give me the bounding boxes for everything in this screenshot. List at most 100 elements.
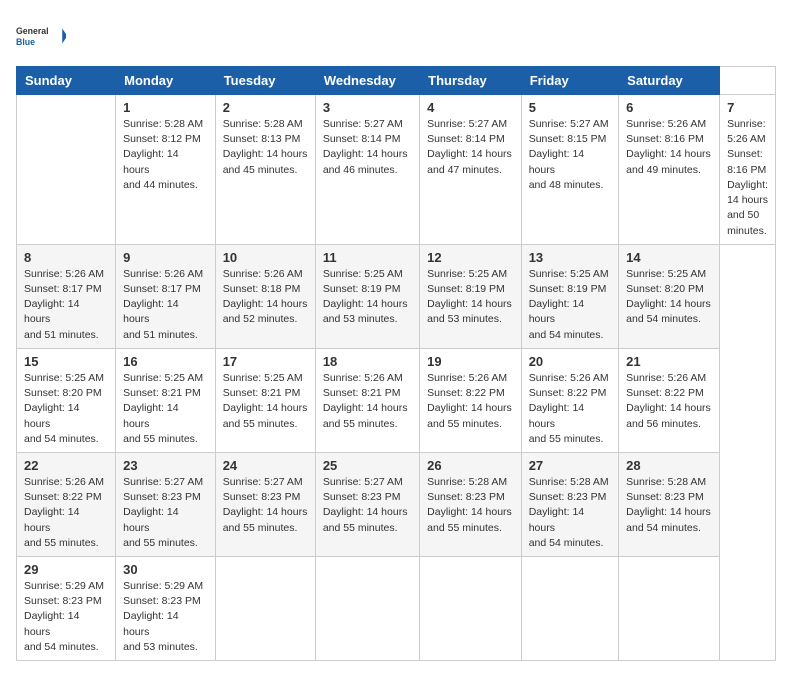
calendar-week-2: 8 Sunrise: 5:26 AMSunset: 8:17 PMDayligh… (17, 244, 776, 348)
calendar-cell: 24 Sunrise: 5:27 AMSunset: 8:23 PMDaylig… (215, 452, 315, 556)
day-number: 15 (24, 354, 108, 369)
calendar-week-3: 15 Sunrise: 5:25 AMSunset: 8:20 PMDaylig… (17, 348, 776, 452)
day-info: Sunrise: 5:25 AMSunset: 8:20 PMDaylight:… (24, 372, 104, 445)
day-info: Sunrise: 5:28 AMSunset: 8:23 PMDaylight:… (529, 476, 609, 549)
calendar-cell: 5 Sunrise: 5:27 AMSunset: 8:15 PMDayligh… (521, 95, 618, 245)
calendar-cell (521, 557, 618, 661)
day-info: Sunrise: 5:28 AMSunset: 8:23 PMDaylight:… (427, 476, 512, 534)
calendar-cell: 1 Sunrise: 5:28 AMSunset: 8:12 PMDayligh… (116, 95, 216, 245)
day-info: Sunrise: 5:25 AMSunset: 8:19 PMDaylight:… (427, 268, 512, 326)
day-number: 27 (529, 458, 611, 473)
calendar-cell: 8 Sunrise: 5:26 AMSunset: 8:17 PMDayligh… (17, 244, 116, 348)
calendar-cell: 27 Sunrise: 5:28 AMSunset: 8:23 PMDaylig… (521, 452, 618, 556)
calendar-cell: 10 Sunrise: 5:26 AMSunset: 8:18 PMDaylig… (215, 244, 315, 348)
day-number: 16 (123, 354, 208, 369)
day-number: 4 (427, 100, 514, 115)
calendar-cell: 12 Sunrise: 5:25 AMSunset: 8:19 PMDaylig… (420, 244, 522, 348)
calendar-cell: 15 Sunrise: 5:25 AMSunset: 8:20 PMDaylig… (17, 348, 116, 452)
day-info: Sunrise: 5:25 AMSunset: 8:21 PMDaylight:… (123, 372, 203, 445)
day-info: Sunrise: 5:26 AMSunset: 8:22 PMDaylight:… (427, 372, 512, 430)
day-number: 13 (529, 250, 611, 265)
calendar-cell (315, 557, 419, 661)
day-number: 23 (123, 458, 208, 473)
day-info: Sunrise: 5:28 AMSunset: 8:13 PMDaylight:… (223, 118, 308, 176)
day-info: Sunrise: 5:26 AMSunset: 8:17 PMDaylight:… (24, 268, 104, 341)
day-info: Sunrise: 5:26 AMSunset: 8:21 PMDaylight:… (323, 372, 408, 430)
day-number: 1 (123, 100, 208, 115)
calendar-cell (17, 95, 116, 245)
day-info: Sunrise: 5:25 AMSunset: 8:21 PMDaylight:… (223, 372, 308, 430)
calendar-table: SundayMondayTuesdayWednesdayThursdayFrid… (16, 66, 776, 661)
calendar-cell (619, 557, 720, 661)
day-info: Sunrise: 5:28 AMSunset: 8:23 PMDaylight:… (626, 476, 711, 534)
calendar-cell: 28 Sunrise: 5:28 AMSunset: 8:23 PMDaylig… (619, 452, 720, 556)
day-info: Sunrise: 5:28 AMSunset: 8:12 PMDaylight:… (123, 118, 203, 191)
day-info: Sunrise: 5:27 AMSunset: 8:23 PMDaylight:… (223, 476, 308, 534)
calendar-cell: 30 Sunrise: 5:29 AMSunset: 8:23 PMDaylig… (116, 557, 216, 661)
svg-text:Blue: Blue (16, 37, 35, 47)
col-header-tuesday: Tuesday (215, 67, 315, 95)
day-number: 14 (626, 250, 712, 265)
day-number: 29 (24, 562, 108, 577)
col-header-saturday: Saturday (619, 67, 720, 95)
day-number: 19 (427, 354, 514, 369)
calendar-cell (215, 557, 315, 661)
calendar-cell: 14 Sunrise: 5:25 AMSunset: 8:20 PMDaylig… (619, 244, 720, 348)
calendar-week-1: 1 Sunrise: 5:28 AMSunset: 8:12 PMDayligh… (17, 95, 776, 245)
day-info: Sunrise: 5:26 AMSunset: 8:22 PMDaylight:… (24, 476, 104, 549)
day-number: 3 (323, 100, 412, 115)
col-header-sunday: Sunday (17, 67, 116, 95)
day-number: 6 (626, 100, 712, 115)
day-info: Sunrise: 5:27 AMSunset: 8:14 PMDaylight:… (427, 118, 512, 176)
day-number: 24 (223, 458, 308, 473)
calendar-cell: 23 Sunrise: 5:27 AMSunset: 8:23 PMDaylig… (116, 452, 216, 556)
col-header-thursday: Thursday (420, 67, 522, 95)
svg-text:General: General (16, 26, 49, 36)
calendar-cell: 21 Sunrise: 5:26 AMSunset: 8:22 PMDaylig… (619, 348, 720, 452)
day-info: Sunrise: 5:26 AMSunset: 8:22 PMDaylight:… (529, 372, 609, 445)
day-number: 12 (427, 250, 514, 265)
calendar-cell: 19 Sunrise: 5:26 AMSunset: 8:22 PMDaylig… (420, 348, 522, 452)
day-number: 11 (323, 250, 412, 265)
calendar-cell: 4 Sunrise: 5:27 AMSunset: 8:14 PMDayligh… (420, 95, 522, 245)
calendar-cell: 9 Sunrise: 5:26 AMSunset: 8:17 PMDayligh… (116, 244, 216, 348)
calendar-cell: 20 Sunrise: 5:26 AMSunset: 8:22 PMDaylig… (521, 348, 618, 452)
day-info: Sunrise: 5:27 AMSunset: 8:14 PMDaylight:… (323, 118, 408, 176)
col-header-wednesday: Wednesday (315, 67, 419, 95)
calendar-cell: 13 Sunrise: 5:25 AMSunset: 8:19 PMDaylig… (521, 244, 618, 348)
calendar-cell: 3 Sunrise: 5:27 AMSunset: 8:14 PMDayligh… (315, 95, 419, 245)
logo: General Blue (16, 16, 66, 56)
calendar-week-5: 29 Sunrise: 5:29 AMSunset: 8:23 PMDaylig… (17, 557, 776, 661)
day-info: Sunrise: 5:27 AMSunset: 8:23 PMDaylight:… (323, 476, 408, 534)
day-info: Sunrise: 5:26 AMSunset: 8:16 PMDaylight:… (626, 118, 711, 176)
day-number: 7 (727, 100, 768, 115)
day-info: Sunrise: 5:26 AMSunset: 8:22 PMDaylight:… (626, 372, 711, 430)
calendar-cell: 18 Sunrise: 5:26 AMSunset: 8:21 PMDaylig… (315, 348, 419, 452)
day-number: 22 (24, 458, 108, 473)
day-number: 18 (323, 354, 412, 369)
day-info: Sunrise: 5:25 AMSunset: 8:20 PMDaylight:… (626, 268, 711, 326)
calendar-cell: 2 Sunrise: 5:28 AMSunset: 8:13 PMDayligh… (215, 95, 315, 245)
calendar-cell: 22 Sunrise: 5:26 AMSunset: 8:22 PMDaylig… (17, 452, 116, 556)
day-number: 21 (626, 354, 712, 369)
calendar-cell: 25 Sunrise: 5:27 AMSunset: 8:23 PMDaylig… (315, 452, 419, 556)
day-number: 5 (529, 100, 611, 115)
day-info: Sunrise: 5:26 AMSunset: 8:16 PMDaylight:… (727, 118, 768, 237)
day-number: 10 (223, 250, 308, 265)
day-info: Sunrise: 5:29 AMSunset: 8:23 PMDaylight:… (123, 580, 203, 653)
day-info: Sunrise: 5:27 AMSunset: 8:15 PMDaylight:… (529, 118, 609, 191)
calendar-cell: 17 Sunrise: 5:25 AMSunset: 8:21 PMDaylig… (215, 348, 315, 452)
day-info: Sunrise: 5:29 AMSunset: 8:23 PMDaylight:… (24, 580, 104, 653)
day-number: 30 (123, 562, 208, 577)
col-header-friday: Friday (521, 67, 618, 95)
day-info: Sunrise: 5:26 AMSunset: 8:17 PMDaylight:… (123, 268, 203, 341)
col-header-monday: Monday (116, 67, 216, 95)
day-number: 17 (223, 354, 308, 369)
logo-svg: General Blue (16, 16, 66, 56)
day-info: Sunrise: 5:26 AMSunset: 8:18 PMDaylight:… (223, 268, 308, 326)
calendar-cell: 6 Sunrise: 5:26 AMSunset: 8:16 PMDayligh… (619, 95, 720, 245)
day-number: 2 (223, 100, 308, 115)
calendar-week-4: 22 Sunrise: 5:26 AMSunset: 8:22 PMDaylig… (17, 452, 776, 556)
calendar-cell: 11 Sunrise: 5:25 AMSunset: 8:19 PMDaylig… (315, 244, 419, 348)
day-number: 9 (123, 250, 208, 265)
